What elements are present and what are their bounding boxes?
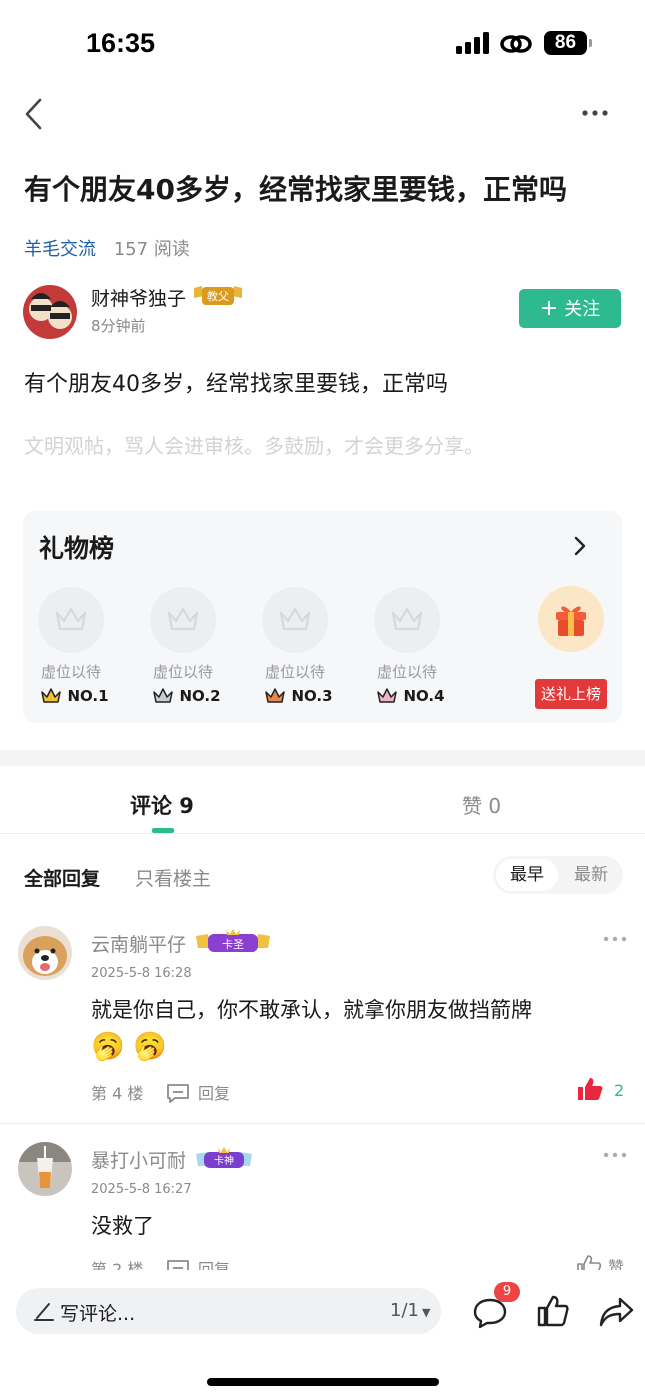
gold-crown-icon bbox=[41, 688, 62, 703]
thumbs-up-outline-icon bbox=[577, 1255, 602, 1270]
comment-date: 2025-5-8 16:27 bbox=[91, 1182, 192, 1197]
author-avatar[interactable] bbox=[23, 285, 77, 339]
channel-link[interactable]: 羊毛交流 bbox=[24, 239, 96, 260]
tab-comments[interactable]: 评论 9 bbox=[130, 790, 194, 820]
thumbs-up-filled-icon bbox=[578, 1078, 603, 1100]
gift-box-icon[interactable] bbox=[538, 586, 604, 652]
reply-button[interactable]: 回复 bbox=[166, 1256, 230, 1270]
level-badge-icon: 卡神 bbox=[196, 1147, 252, 1168]
post-title: 有个朋友40多岁，经常找家里要钱，正常吗 bbox=[24, 173, 567, 206]
more-options-icon[interactable] bbox=[578, 100, 612, 126]
commenter-name[interactable]: 暴打小可耐 bbox=[91, 1146, 186, 1173]
comment-text: 没救了 bbox=[91, 1214, 154, 1238]
empty-slot-crown-icon bbox=[150, 587, 216, 653]
pink-crown-icon bbox=[377, 688, 398, 703]
slot-rank: NO.3 bbox=[251, 687, 347, 705]
plus-icon: + bbox=[539, 296, 559, 321]
commenter-avatar[interactable] bbox=[18, 1142, 72, 1196]
author-badge-label: 教父 bbox=[207, 290, 229, 303]
post-body: 有个朋友40多岁，经常找家里要钱，正常吗 bbox=[24, 372, 448, 397]
slot-waiting-text: 虚位以待 bbox=[152, 663, 213, 681]
empty-slot-crown-icon bbox=[38, 587, 104, 653]
comment-like-button[interactable]: 2 bbox=[576, 1076, 624, 1102]
nav-bar bbox=[0, 92, 645, 136]
comment-separator bbox=[0, 1123, 645, 1124]
silver-crown-icon bbox=[153, 688, 174, 703]
reply-label: 回复 bbox=[198, 1084, 231, 1103]
level-badge-label: 卡神 bbox=[214, 1154, 234, 1167]
comment-floor: 第 4 楼 bbox=[91, 1084, 144, 1103]
sort-toggle: 最早 最新 bbox=[493, 856, 623, 894]
share-arrow-icon[interactable] bbox=[598, 1296, 634, 1328]
page-indicator[interactable]: 1/1 ▼ bbox=[390, 1300, 430, 1321]
reply-icon bbox=[167, 1260, 189, 1270]
gift-slot-3[interactable]: 虚位以待 NO.3 bbox=[247, 587, 333, 717]
comment-tabs: 评论 9 赞 0 bbox=[0, 780, 645, 834]
empty-slot-crown-icon bbox=[374, 587, 440, 653]
gift-board-title: 礼物榜 bbox=[39, 534, 115, 563]
home-indicator[interactable] bbox=[207, 1378, 439, 1386]
tab-likes[interactable]: 赞 0 bbox=[462, 790, 501, 819]
signal-icon bbox=[456, 32, 489, 54]
filter-all-replies[interactable]: 全部回复 bbox=[24, 864, 100, 891]
comment-emojis: 🥱 🥱 bbox=[91, 1031, 167, 1062]
post-hint: 文明观帖，骂人会进审核。多鼓励，才会更多分享。 bbox=[24, 434, 484, 458]
follow-button[interactable]: + 关注 bbox=[519, 289, 621, 328]
link-icon bbox=[500, 35, 532, 53]
level-badge-icon: 卡圣 bbox=[196, 929, 270, 952]
read-count: 157 阅读 bbox=[113, 239, 190, 260]
thumbs-up-icon[interactable] bbox=[536, 1294, 570, 1328]
sort-latest[interactable]: 最新 bbox=[561, 859, 621, 891]
comment-item: 暴打小可耐 卡神 2025-5-8 16:27 没救了 第 2 楼 回复 赞 bbox=[0, 1142, 645, 1270]
chevron-right-icon[interactable] bbox=[571, 535, 589, 557]
slot-waiting-text: 虚位以待 bbox=[264, 663, 325, 681]
post-time: 8分钟前 bbox=[91, 317, 146, 335]
slot-rank: NO.1 bbox=[27, 687, 123, 705]
gift-slot-2[interactable]: 虚位以待 NO.2 bbox=[135, 587, 221, 717]
battery-icon: 86 bbox=[544, 31, 592, 55]
sort-earliest[interactable]: 最早 bbox=[496, 859, 558, 891]
slot-waiting-text: 虚位以待 bbox=[40, 663, 101, 681]
reply-icon bbox=[167, 1084, 189, 1103]
section-divider bbox=[0, 750, 645, 766]
comment-like-button[interactable]: 赞 bbox=[576, 1254, 624, 1270]
active-tab-indicator bbox=[152, 828, 174, 833]
battery-level: 86 bbox=[544, 31, 587, 55]
gift-board[interactable]: 礼物榜 虚位以待 NO.1 虚位以待 NO.2 虚位以待 NO.3 虚位以待 N… bbox=[23, 511, 622, 723]
caret-down-icon: ▼ bbox=[421, 1306, 431, 1319]
comment-more-icon[interactable] bbox=[602, 1150, 628, 1160]
commenter-name[interactable]: 云南躺平仔 bbox=[91, 930, 186, 957]
comment-text: 就是你自己，你不敢承认，就拿你朋友做挡箭牌 bbox=[91, 998, 532, 1022]
reply-button[interactable]: 回复 bbox=[166, 1080, 230, 1104]
gift-slot-1[interactable]: 虚位以待 NO.1 bbox=[23, 587, 109, 717]
slot-waiting-text: 虚位以待 bbox=[376, 663, 437, 681]
author-name[interactable]: 财神爷独子 bbox=[91, 284, 186, 311]
filter-op-only[interactable]: 只看楼主 bbox=[135, 864, 211, 891]
empty-slot-crown-icon bbox=[262, 587, 328, 653]
back-arrow-icon[interactable] bbox=[20, 96, 50, 132]
comment-count-badge: 9 bbox=[494, 1282, 520, 1302]
like-label: 赞 bbox=[608, 1258, 625, 1270]
comment-more-icon[interactable] bbox=[602, 934, 628, 944]
slot-rank: NO.2 bbox=[139, 687, 235, 705]
post-meta: 羊毛交流 157 阅读 bbox=[24, 235, 190, 261]
comment-floor: 第 2 楼 bbox=[91, 1260, 144, 1270]
bottom-action-bar: 写评论... 1/1 ▼ 9 bbox=[0, 1272, 645, 1398]
status-bar: 16:35 86 bbox=[0, 0, 645, 88]
comment-date: 2025-5-8 16:28 bbox=[91, 966, 192, 981]
bronze-crown-icon bbox=[265, 688, 286, 703]
gift-slot-4[interactable]: 虚位以待 NO.4 bbox=[359, 587, 445, 717]
status-time: 16:35 bbox=[86, 28, 156, 58]
pen-icon bbox=[34, 1303, 54, 1321]
comment-input-placeholder: 写评论... bbox=[60, 1303, 136, 1325]
follow-label: 关注 bbox=[564, 299, 601, 320]
slot-rank: NO.4 bbox=[363, 687, 459, 705]
reply-label: 回复 bbox=[198, 1260, 231, 1270]
level-badge-label: 卡圣 bbox=[222, 938, 244, 951]
author-badge-icon: 教父 bbox=[194, 286, 242, 305]
comment-input[interactable]: 写评论... 1/1 ▼ bbox=[16, 1288, 441, 1334]
send-gift-button[interactable]: 送礼上榜 bbox=[535, 679, 607, 709]
like-count: 2 bbox=[614, 1081, 625, 1100]
commenter-avatar[interactable] bbox=[18, 926, 72, 980]
